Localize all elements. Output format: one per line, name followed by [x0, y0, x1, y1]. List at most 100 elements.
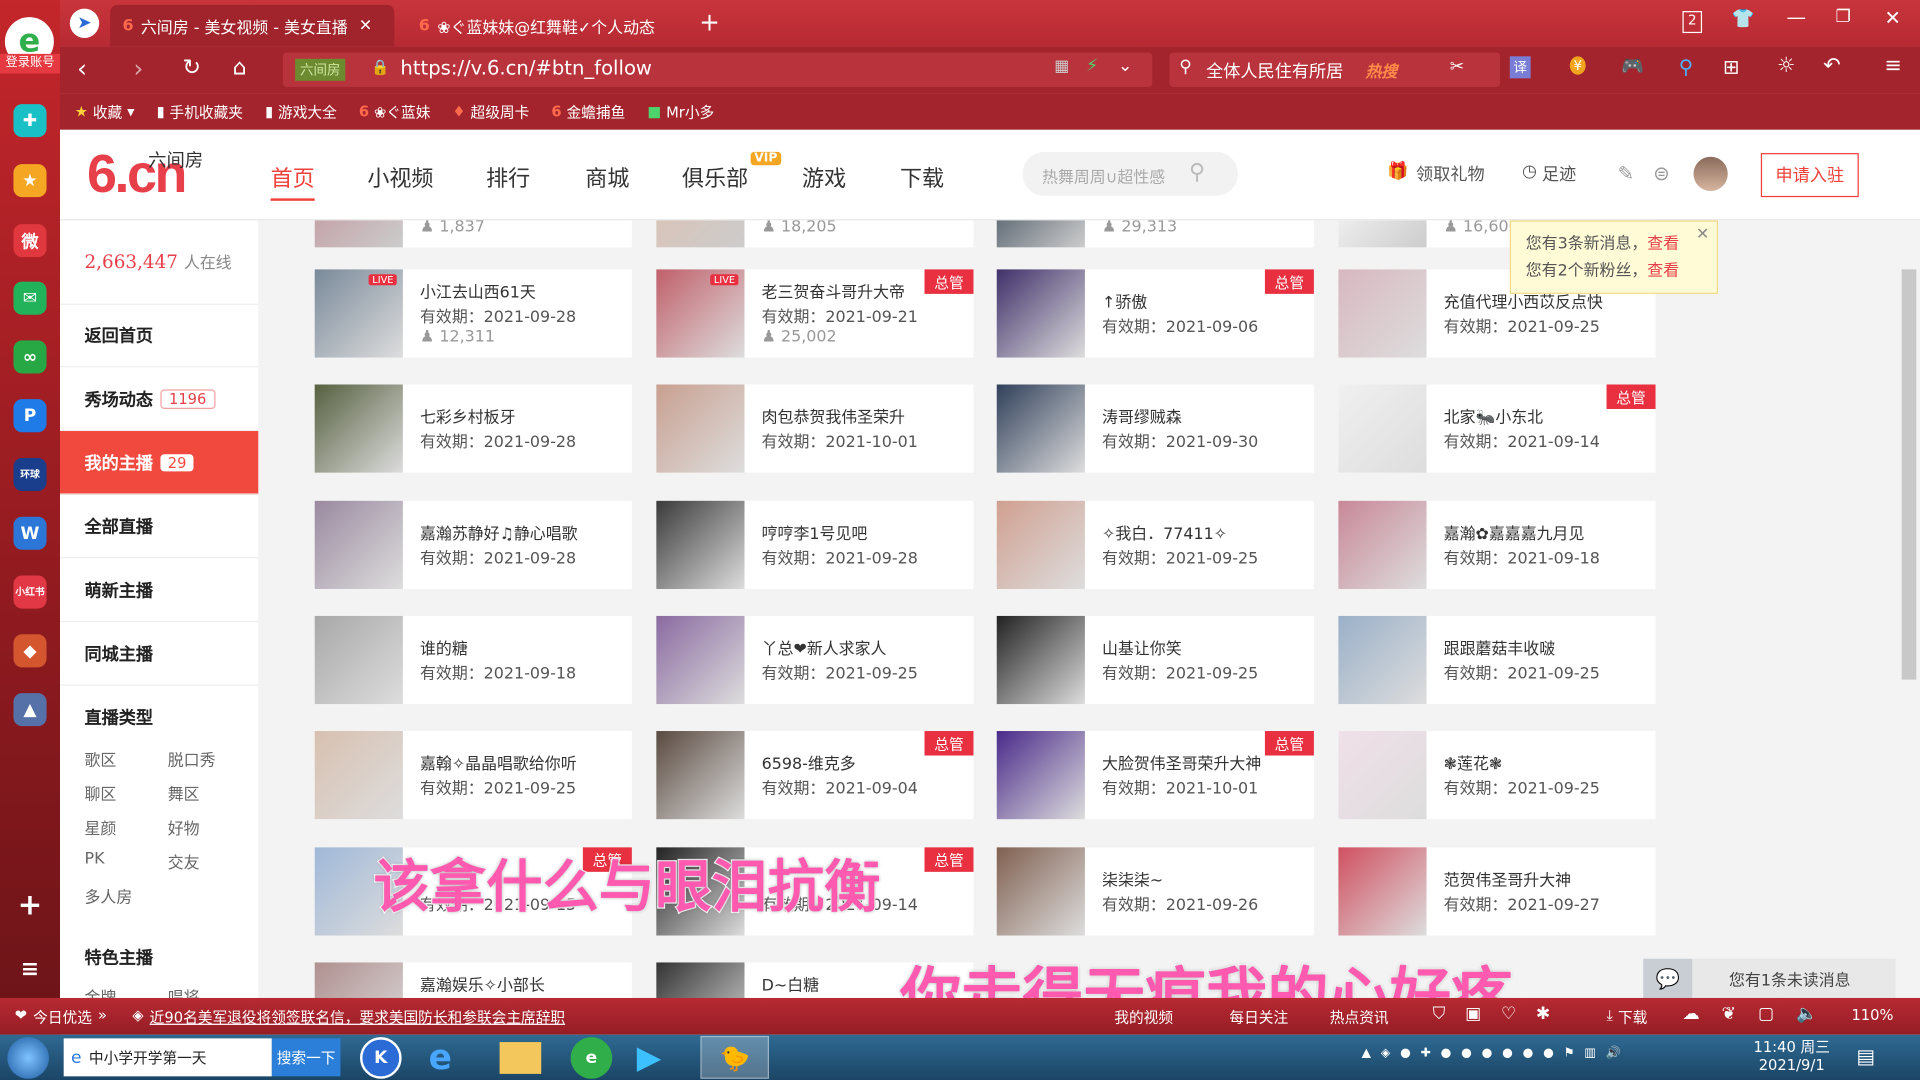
anchor-avatar[interactable] [996, 269, 1085, 358]
anchor-name[interactable]: 小江去山西61天 [420, 279, 536, 302]
anchor-avatar[interactable] [1338, 500, 1427, 589]
anchor-avatar[interactable] [996, 731, 1085, 820]
unread-bar[interactable]: 💬 您有1条未读消息 [1643, 958, 1896, 998]
anchor-avatar[interactable] [656, 615, 745, 705]
anchor-name[interactable]: 老三贺奋斗哥升大帝 [762, 279, 905, 302]
anchor-avatar[interactable] [314, 615, 403, 705]
search-icon[interactable]: ⚲ [1189, 159, 1205, 185]
pinwheel-icon[interactable]: ✱ [1536, 1004, 1550, 1024]
cloud-icon[interactable]: ☁ [1682, 1004, 1699, 1024]
anchor-card[interactable]: 总管 ↑骄傲 有效期：2021-09-06 [996, 269, 1314, 358]
sidebar-item-my-anchors[interactable]: 我的主播 29 [60, 431, 259, 495]
arrow-up-icon[interactable]: ▲ [1362, 1047, 1371, 1060]
qq-icon[interactable]: ● [1441, 1047, 1452, 1060]
plus-app-icon[interactable]: ✚ [13, 104, 47, 138]
anchor-card[interactable]: 嘉瀚✿嘉嘉嘉九月见 有效期：2021-09-18 [1338, 500, 1656, 589]
sidebar-item-home[interactable]: 返回首页 [60, 303, 259, 368]
news-ticker[interactable]: ◈ 近90名美军退役将领签联名信，要求美国防长和参联会主席辞职 [132, 1007, 565, 1028]
anchor-name[interactable]: 谁的糖 [420, 636, 468, 658]
anchor-card[interactable]: 七彩乡村板牙 有效期：2021-09-28 [314, 384, 632, 473]
redbook-app-icon[interactable]: 小红书 [13, 575, 47, 609]
anchor-avatar[interactable] [314, 962, 403, 998]
bookmark-item[interactable]: 6 ❀ぐ蓝妹 [359, 101, 431, 122]
nav-mall[interactable]: 商城 [585, 162, 629, 194]
translate-icon[interactable]: 译 [1509, 56, 1531, 79]
anchor-card[interactable]: 总管 北家🐜小东北 有效期：2021-09-14 [1338, 384, 1656, 473]
anchor-avatar[interactable] [314, 500, 403, 589]
search-text[interactable]: 全体人民住有所居 [1206, 59, 1343, 83]
anchor-avatar[interactable] [1338, 384, 1427, 473]
forward-icon[interactable]: › [133, 54, 143, 83]
anchor-avatar[interactable] [996, 847, 1085, 936]
dropdown-icon[interactable]: ⌄ [1118, 56, 1132, 76]
anchor-name[interactable]: 涛哥缪贼森 [1102, 404, 1182, 427]
taskbar-search-button[interactable]: 搜索一下 [271, 1038, 341, 1077]
qq-icon[interactable]: ● [1461, 1047, 1472, 1060]
media-app-icon[interactable]: 🐤 [700, 1035, 769, 1079]
news-app-icon[interactable]: 环球 [13, 457, 47, 492]
taskbar-search-field[interactable]: e 中小学开学第一天 [63, 1038, 272, 1077]
type-link[interactable]: 交友 [168, 850, 200, 873]
sidebar-item-local[interactable]: 同城主播 [60, 622, 259, 686]
anchor-avatar[interactable] [314, 220, 403, 248]
anchor-card[interactable]: ✧我白．77411✧ 有效期：2021-09-25 [996, 500, 1314, 589]
anchor-name[interactable]: 山基让你笑 [1102, 636, 1182, 658]
menu-icon[interactable]: ≡ [13, 953, 46, 986]
download-link[interactable]: ⤓ 下载 [1607, 1007, 1648, 1028]
anchor-card[interactable]: 肉包恭贺我伟圣荣升 有效期：2021-10-01 [656, 384, 974, 473]
type-link[interactable]: 好物 [168, 816, 200, 838]
anchor-name[interactable]: ✧我白．77411✧ [1102, 520, 1227, 543]
k-app-icon[interactable]: K [360, 1037, 402, 1079]
anchor-avatar[interactable] [656, 220, 745, 248]
avatar[interactable] [1693, 156, 1728, 192]
anchor-name[interactable]: 七彩乡村板牙 [420, 404, 516, 427]
folder-icon[interactable] [499, 1042, 542, 1074]
type-link[interactable]: 星颜 [84, 816, 116, 838]
hot-search-badge[interactable]: 热搜 [1365, 59, 1397, 82]
scissors-icon[interactable]: ✂ [1450, 58, 1464, 78]
ie-icon[interactable]: e [429, 1037, 452, 1077]
anchor-name[interactable]: ❃莲花❃ [1444, 751, 1503, 774]
anchor-name[interactable]: 肉包恭贺我伟圣荣升 [762, 404, 905, 427]
type-link[interactable]: 多人房 [84, 884, 132, 907]
tab-liujianfang[interactable]: 6 六间房 - 美女视频 - 美女直播 ✕ [110, 4, 395, 47]
bookmark-favorites[interactable]: ★ 收藏 ▾ [75, 101, 135, 122]
action-center-icon[interactable]: ▤ [1856, 1044, 1875, 1067]
game2-app-icon[interactable]: ▲ [13, 693, 47, 727]
url-text[interactable]: https://v.6.cn/#btn_follow [400, 56, 652, 79]
tray-shield-icon[interactable]: ◈ [1381, 1047, 1390, 1060]
anchor-name[interactable]: 丫总❤新人求家人 [762, 636, 887, 658]
hot-news-link[interactable]: 热点资讯 [1330, 1007, 1389, 1028]
nav-club[interactable]: 俱乐部 [682, 162, 748, 194]
anchor-card[interactable]: 总管 大脸贺伟圣哥荣升大神 有效期：2021-10-01 [996, 731, 1314, 820]
login-label[interactable]: 登录账号 [0, 53, 61, 74]
back-icon[interactable]: ‹ [77, 54, 87, 83]
scrollbar[interactable] [1901, 269, 1917, 680]
network-icon[interactable]: ▥ [1584, 1047, 1596, 1060]
bookmark-item[interactable]: ■ Mr小多 [647, 101, 714, 122]
close-icon[interactable]: ✕ [1696, 222, 1709, 249]
anchor-name[interactable]: 跟跟蘑菇丰收啵 [1444, 636, 1555, 658]
star-favorites-icon[interactable]: ★ [13, 164, 47, 198]
anchor-avatar[interactable] [996, 220, 1085, 248]
undo-icon[interactable]: ↶ [1823, 54, 1840, 78]
new-tab-icon[interactable]: + [699, 7, 720, 36]
anchor-card-partial[interactable]: ♟ 18,205 [656, 220, 974, 248]
anchor-name[interactable]: 北家🐜小东北 [1444, 404, 1543, 427]
anchor-card[interactable]: 范贺伟圣哥升大神 有效期：2021-09-27 [1338, 847, 1656, 936]
qq-icon[interactable]: ● [1502, 1047, 1513, 1060]
flag-icon[interactable]: ⚑ [1564, 1047, 1575, 1060]
nav-download[interactable]: 下载 [900, 162, 944, 194]
minimize-icon[interactable]: — [1787, 5, 1807, 28]
anchor-avatar[interactable] [1338, 847, 1427, 936]
anchor-card[interactable]: 山基让你笑 有效期：2021-09-25 [996, 615, 1314, 705]
shield-icon[interactable]: ⛉ [1433, 1004, 1446, 1024]
qq-icon[interactable]: ● [1482, 1047, 1493, 1060]
qq-icon[interactable]: ● [1523, 1047, 1534, 1060]
coin-icon[interactable]: ¥ [1569, 56, 1586, 75]
gift-link[interactable]: 🎁 领取礼物 [1387, 162, 1484, 186]
anchor-card-partial[interactable]: ♟ 29,313 [996, 220, 1314, 248]
anchor-name[interactable]: D~白糖 [762, 972, 819, 995]
anchor-name[interactable]: 嘉翰✧晶晶唱歌给你听 [420, 751, 577, 774]
cloud-icon[interactable]: ∞ [13, 340, 47, 374]
